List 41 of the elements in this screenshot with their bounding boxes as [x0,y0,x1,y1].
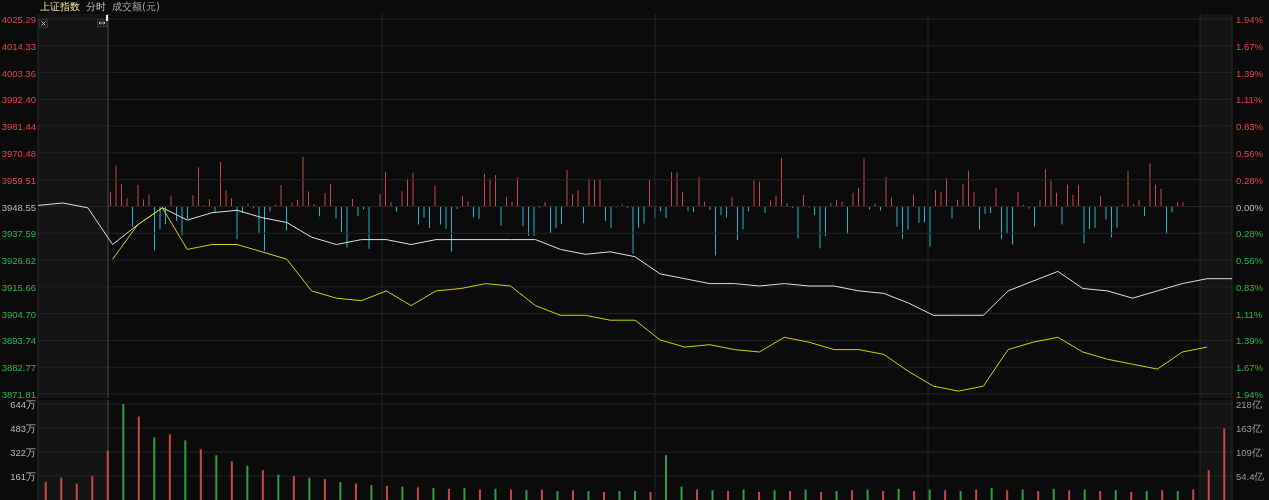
axis-label: 4025.29 [1,14,36,25]
axis-label: 4003.36 [1,67,36,79]
axis-label: 0.56% [1236,147,1263,159]
axis-label: 1.67% [1236,362,1263,374]
axis-label: 3937.59 [1,228,36,240]
indicator-label: 成交额(元) [112,0,160,14]
axis-label: 4014.33 [1,40,36,52]
axis-label: 3992.40 [1,94,36,106]
index-title: 上证指数 [40,0,80,14]
axis-label: 3959.51 [1,174,36,186]
axis-label: 322万 [10,447,36,458]
axis-label: 0.28% [1236,228,1263,240]
axis-label: 163亿 [1236,423,1262,434]
axis-label: 3904.70 [1,308,36,320]
axis-label: 1.94% [1236,14,1263,25]
axis-label: 161万 [10,471,36,482]
axis-label: 483万 [10,423,36,434]
axis-label: 3915.66 [1,281,36,293]
axis-label: 0.56% [1236,255,1263,267]
axis-label: 3882.77 [1,362,36,374]
axis-label: 3893.74 [1,335,36,347]
axis-label: 3926.62 [1,255,36,267]
axis-label: 1.11% [1236,308,1263,320]
axis-label: 0.83% [1236,121,1263,133]
axis-label: 1.11% [1236,94,1263,106]
axis-label: 3871.81 [1,389,36,400]
axis-label: 218亿 [1236,400,1262,410]
axis-label: 0.28% [1236,174,1263,186]
axis-label: 109亿 [1236,447,1262,458]
axis-label: 3981.44 [1,121,36,133]
axis-label: 3948.55 [1,201,36,213]
axis-label: 3970.48 [1,147,36,159]
axis-label: 644万 [10,400,36,410]
axis-label: 1.39% [1236,335,1263,347]
chart-mode-label: 分时 [86,0,106,14]
axis-label: 1.94% [1236,389,1263,400]
axis-label: 54.4亿 [1236,471,1265,482]
axis-label: 0.00% [1236,201,1263,213]
axis-label: 1.39% [1236,67,1263,79]
axis-label: 1.67% [1236,40,1263,52]
axis-label: 0.83% [1236,281,1263,293]
